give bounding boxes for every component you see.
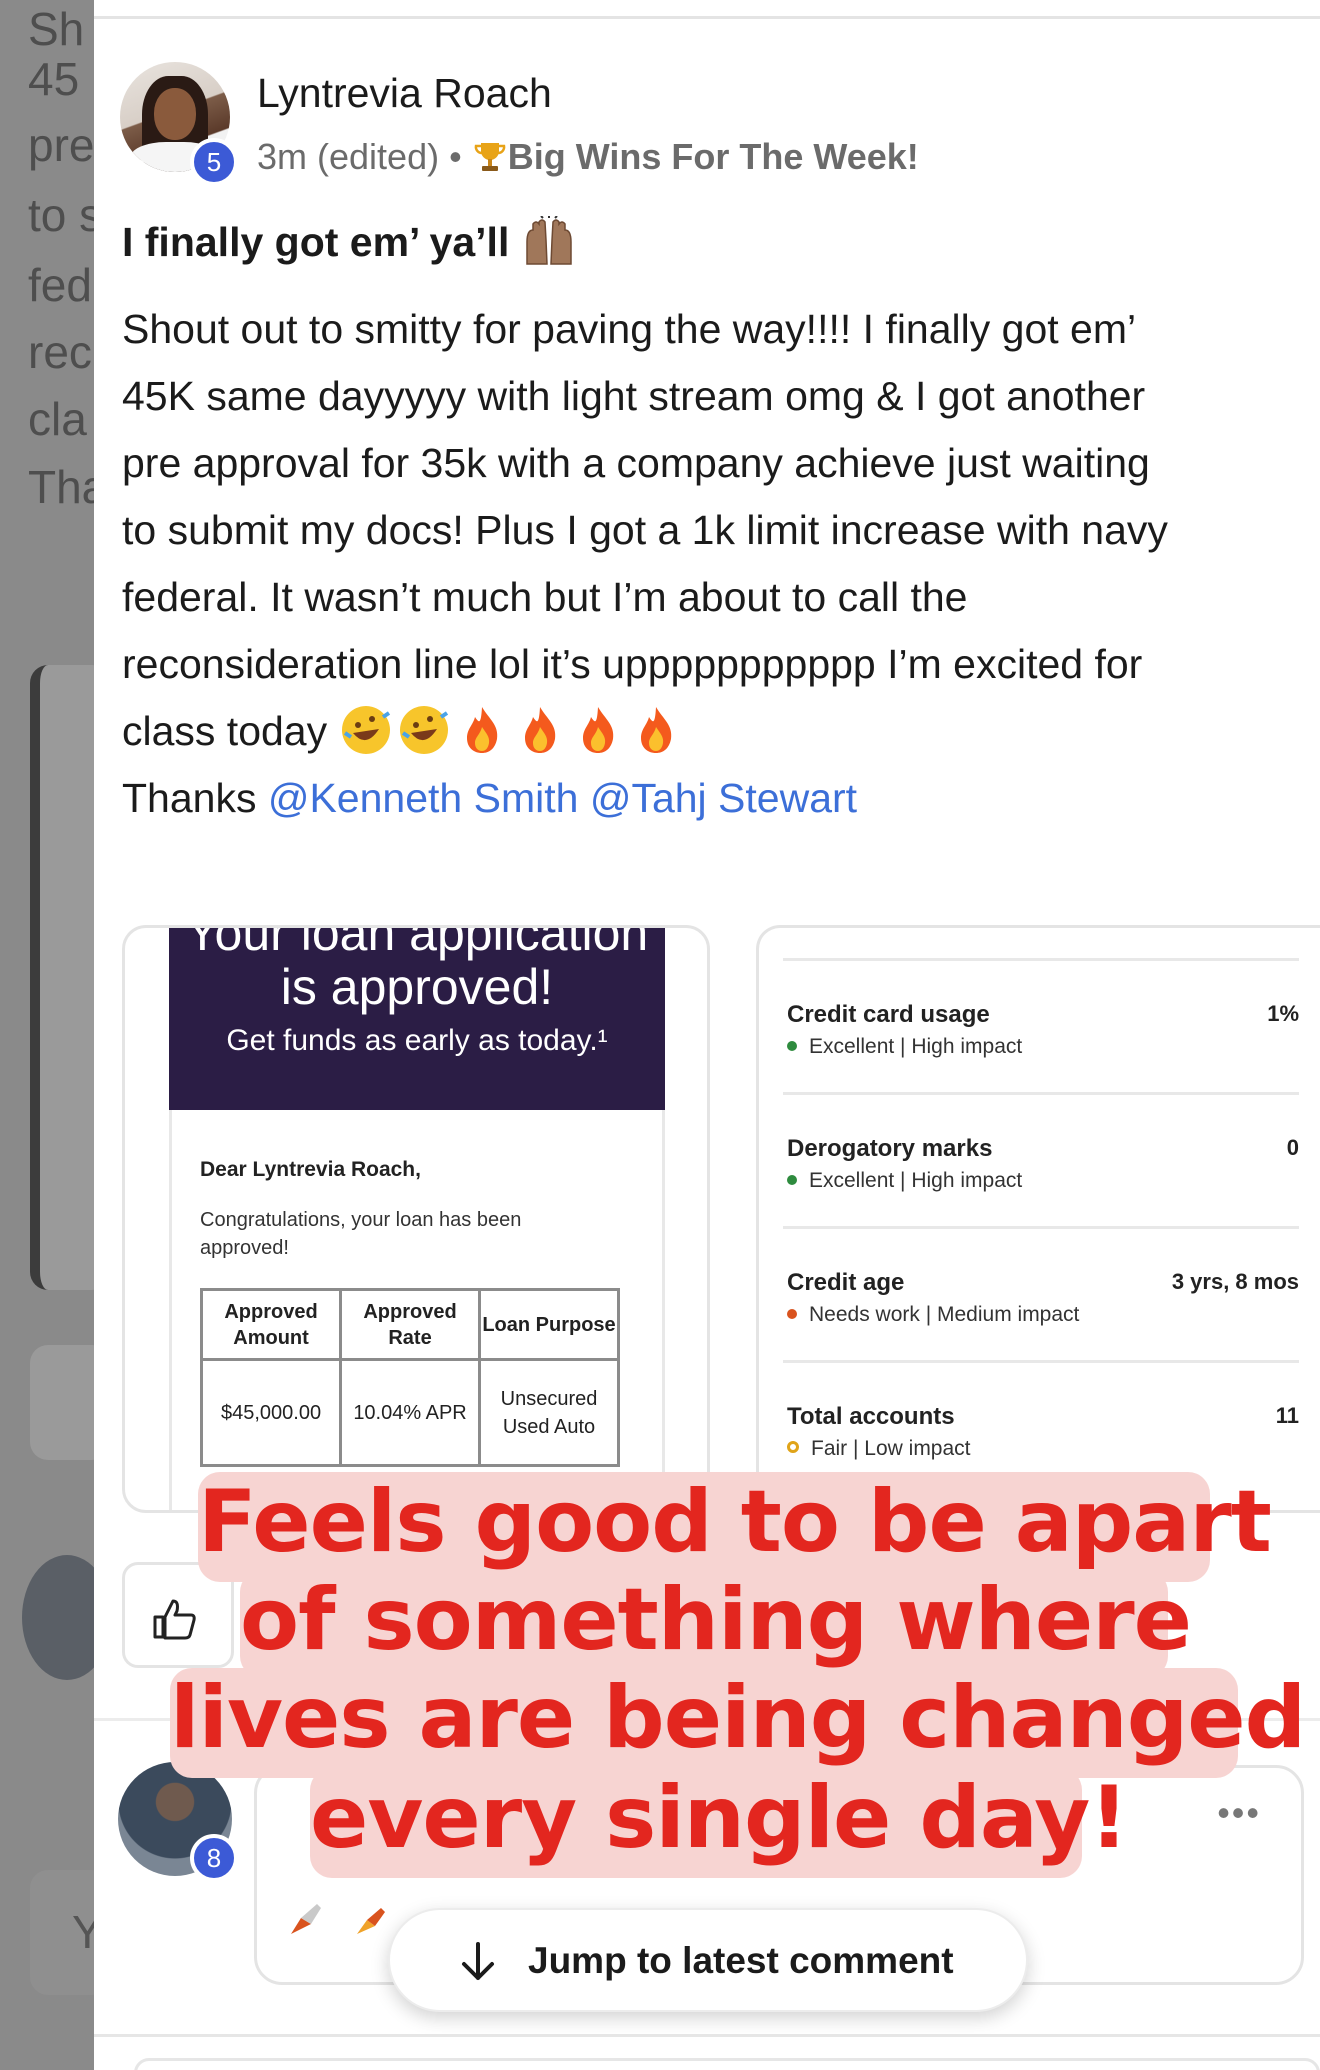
credit-factor-status-text: Excellent | High impact xyxy=(809,1035,1023,1058)
credit-factor-value: 3 yrs, 8 mos xyxy=(1171,1269,1299,1294)
loan-message: Congratulations, your loan has been appr… xyxy=(200,1209,522,1259)
credit-factor-status: Excellent | High impact xyxy=(787,1035,1022,1059)
post-body: Shout out to smitty for paving the way!!… xyxy=(122,296,1292,832)
background-text: Sh xyxy=(28,3,85,55)
credit-factor-value: 0 xyxy=(1286,1135,1299,1160)
divider xyxy=(94,16,1320,19)
post-thanks-line: Thanks @Kenneth Smith @Tahj Stewart xyxy=(122,765,1292,832)
background-text: fed xyxy=(28,259,92,311)
post-body-line: 45K same dayyyyy with light stream omg &… xyxy=(122,373,1146,419)
next-card-edge xyxy=(134,2058,1320,2070)
commenter-level-badge: 8 xyxy=(190,1834,238,1882)
fire-emoji-icon xyxy=(640,707,671,753)
mention-link[interactable]: @Tahj Stewart xyxy=(590,775,857,821)
post-title-text: I finally got em’ ya’ll xyxy=(122,219,510,265)
fire-emoji-icon xyxy=(524,707,555,753)
credit-factor-row: Credit age Needs work | Medium impact 3 … xyxy=(783,1226,1299,1360)
post-body-line: pre approval for 35k with a company achi… xyxy=(122,440,1150,486)
loan-banner: Your loan application is approved! Get f… xyxy=(169,928,665,1110)
post-body-line-emoji: class today xyxy=(122,698,1292,765)
credit-factor-value: 1% xyxy=(1267,1001,1299,1026)
post-body-line: to submit my docs! Plus I got a 1k limit… xyxy=(122,507,1168,553)
loan-subheading: Get funds as early as today.¹ xyxy=(226,1024,608,1057)
status-dot-icon xyxy=(787,1309,797,1319)
mention-link[interactable]: @Kenneth Smith xyxy=(268,775,579,821)
arrow-down-icon xyxy=(462,1942,494,1980)
more-options-icon[interactable]: ••• xyxy=(1217,1792,1261,1834)
post-body-line: Shout out to smitty for paving the way!!… xyxy=(122,306,1137,352)
fire-emoji-icon xyxy=(582,707,613,753)
credit-factor-name: Derogatory marks xyxy=(787,1135,993,1162)
loan-table-cell: $45,000.00 xyxy=(199,1358,343,1467)
post-category[interactable]: Big Wins For The Week! xyxy=(508,136,919,177)
credit-factor-status-text: Needs work | Medium impact xyxy=(809,1303,1080,1326)
jump-to-latest-comment-button[interactable]: Jump to latest comment xyxy=(388,1908,1028,2012)
loan-table-header: Loan Purpose xyxy=(477,1288,621,1361)
status-dot-icon xyxy=(787,1175,797,1185)
rofl-emoji-icon xyxy=(341,706,390,754)
loan-table-cell: Unsecured Used Auto xyxy=(477,1358,621,1467)
loan-approval-image[interactable]: Your loan application is approved! Get f… xyxy=(122,925,710,1513)
thumbs-up-icon xyxy=(153,1599,196,1640)
credit-factor-status: Fair | Low impact xyxy=(787,1437,971,1461)
loan-greeting: Dear Lyntrevia Roach, xyxy=(200,1158,421,1181)
credit-factors-image[interactable]: Credit card usage Excellent | High impac… xyxy=(756,925,1320,1513)
post-time: 3m (edited) xyxy=(257,136,440,177)
background-text: rec xyxy=(28,326,92,378)
divider xyxy=(94,2034,1320,2037)
credit-factor-value: 11 xyxy=(1275,1403,1299,1428)
overlay-caption-line: lives are being changed xyxy=(170,1668,1306,1778)
credit-factor-name: Credit age xyxy=(787,1269,905,1296)
overlay-caption-line: of something where xyxy=(240,1570,1192,1678)
post-meta: 3m (edited) • Big Wins For The Week! xyxy=(257,136,919,178)
loan-table-header: Approved Amount xyxy=(199,1288,343,1361)
screen: Sh 45 pre to s fed rec cla Tha Y 5 Lyntr… xyxy=(0,0,1320,2070)
raising-hands-icon xyxy=(526,216,572,265)
post-body-line: class today xyxy=(122,708,328,754)
loan-letter: Dear Lyntrevia Roach, Congratulations, y… xyxy=(169,1110,665,1510)
post-title: I finally got em’ ya’ll xyxy=(122,216,577,266)
background-text: to s xyxy=(28,189,103,241)
loan-table-header: Approved Rate xyxy=(339,1288,481,1361)
loan-table-cell: 10.04% APR xyxy=(339,1358,481,1467)
credit-factor-status-text: Excellent | High impact xyxy=(809,1169,1023,1192)
credit-factor-status: Needs work | Medium impact xyxy=(787,1303,1079,1327)
rocket-emoji-icon xyxy=(291,1904,385,1934)
loan-heading-line1: Your loan application xyxy=(185,925,649,961)
background-text: pre xyxy=(28,119,95,171)
fire-emoji-icon xyxy=(466,707,497,753)
rofl-emoji-icon xyxy=(399,706,448,754)
author-level-badge: 5 xyxy=(190,138,238,186)
credit-factor-status: Excellent | High impact xyxy=(787,1169,1022,1193)
overlay-caption-line: every single day! xyxy=(310,1768,1129,1878)
overlay-caption-line: Feels good to be apart xyxy=(198,1472,1272,1582)
post-body-line: federal. It wasn’t much but I’m about to… xyxy=(122,574,968,620)
meta-separator: • xyxy=(449,136,462,177)
credit-factor-name: Total accounts xyxy=(787,1403,955,1430)
credit-factor-row: Derogatory marks Excellent | High impact… xyxy=(783,1092,1299,1226)
loan-heading-line2: is approved! xyxy=(280,959,554,1015)
loan-table: Approved Amount Approved Rate Loan Purpo… xyxy=(199,1288,621,1467)
status-dot-icon xyxy=(787,1441,799,1453)
background-text: cla xyxy=(28,393,87,445)
credit-factor-name: Credit card usage xyxy=(787,1001,990,1028)
thanks-text: Thanks xyxy=(122,775,268,821)
author-name[interactable]: Lyntrevia Roach xyxy=(257,70,552,117)
post-body-line: reconsideration line lol it’s uppppppppp… xyxy=(122,641,1143,687)
background-text: 45 xyxy=(28,53,80,105)
trophy-icon xyxy=(474,143,506,171)
credit-factor-status-text: Fair | Low impact xyxy=(811,1437,971,1460)
status-dot-icon xyxy=(787,1041,797,1051)
credit-factor-row: Credit card usage Excellent | High impac… xyxy=(783,958,1299,1092)
jump-button-label: Jump to latest comment xyxy=(528,1940,954,1981)
